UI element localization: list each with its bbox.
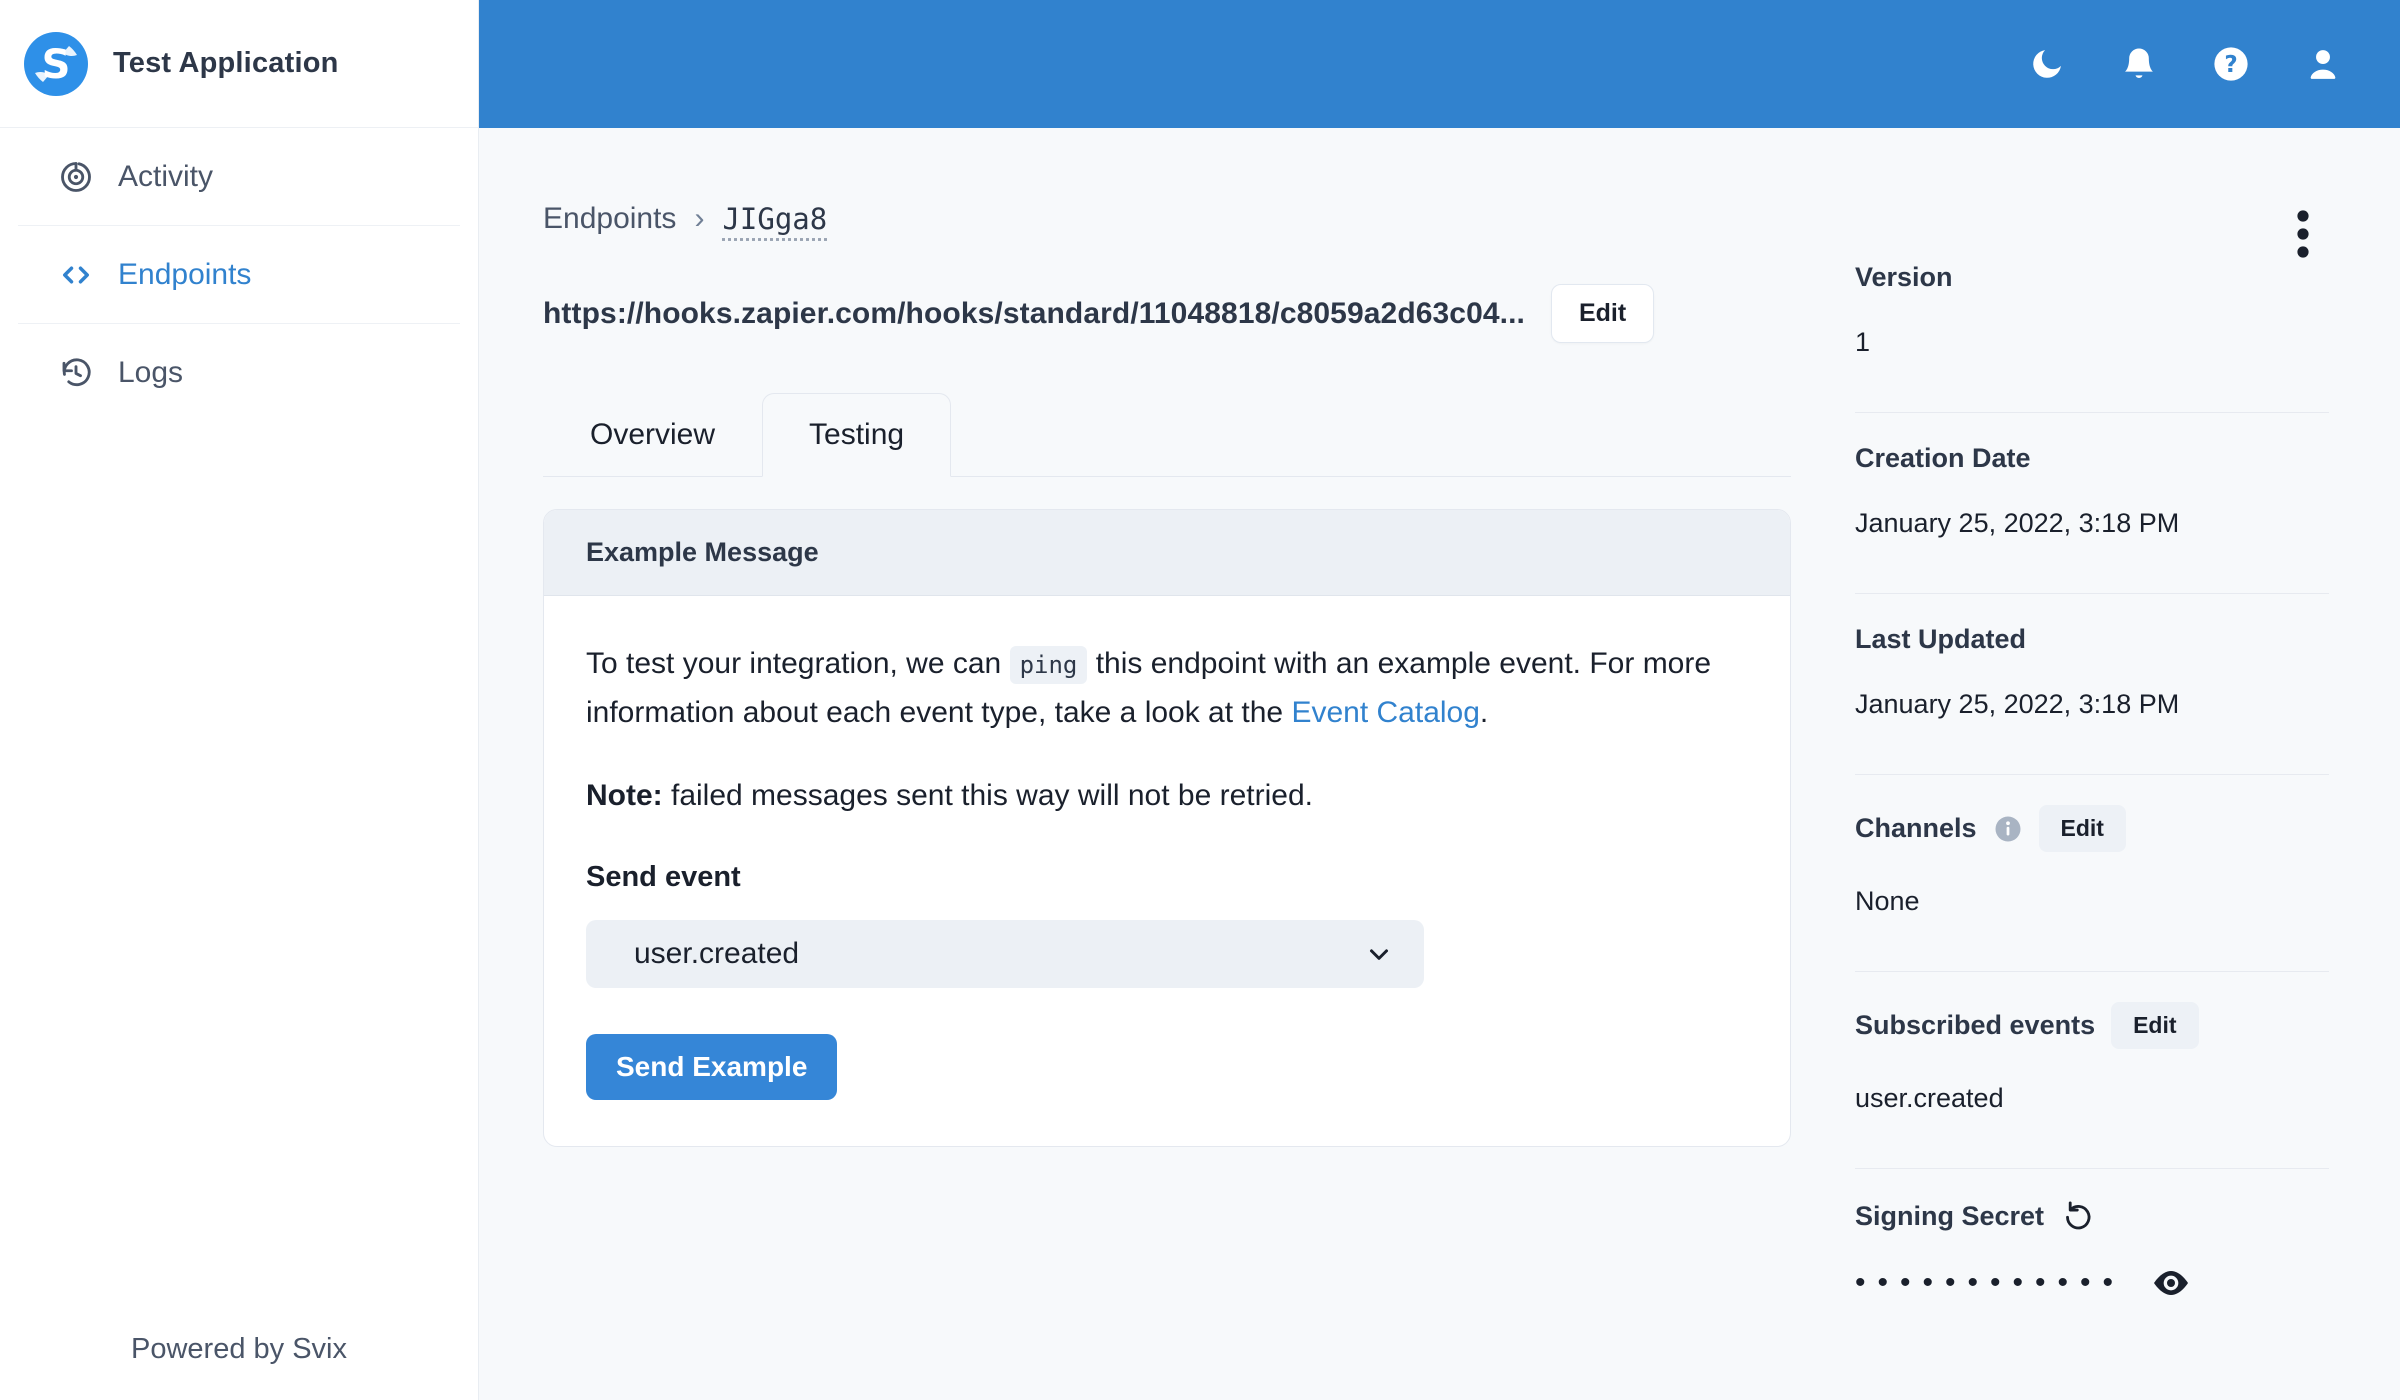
more-options-kebab-icon[interactable] xyxy=(2286,208,2320,265)
endpoint-detail-column: Endpoints › JIGga8 https://hooks.zapier.… xyxy=(543,202,1791,1357)
tab-testing[interactable]: Testing xyxy=(762,393,952,477)
creation-date-value: January 25, 2022, 3:18 PM xyxy=(1855,508,2180,538)
example-message-card: Example Message To test your integration… xyxy=(543,509,1791,1148)
help-icon[interactable]: ? xyxy=(2212,45,2250,83)
subscribed-events-section: Subscribed events Edit user.created xyxy=(1855,972,2329,1169)
note-label: Note: xyxy=(586,779,663,813)
endpoint-url: https://hooks.zapier.com/hooks/standard/… xyxy=(543,296,1525,330)
note-paragraph: Note: failed messages sent this way will… xyxy=(586,779,1748,813)
edit-subscribed-events-button[interactable]: Edit xyxy=(2111,1002,2199,1049)
channels-section: Channels Edit None xyxy=(1855,775,2329,972)
event-type-select[interactable]: user.created xyxy=(586,920,1424,989)
last-updated-value: January 25, 2022, 3:18 PM xyxy=(1855,689,2180,719)
app-title: Test Application xyxy=(113,47,339,79)
send-example-button[interactable]: Send Example xyxy=(586,1034,838,1101)
breadcrumb: Endpoints › JIGga8 xyxy=(543,202,1791,236)
signing-secret-section: Signing Secret •••••••••••• xyxy=(1855,1169,2329,1357)
svix-logo-icon[interactable]: S xyxy=(24,31,88,96)
sidebar-item-label: Endpoints xyxy=(118,257,252,291)
svg-text:S: S xyxy=(42,42,71,88)
svg-text:?: ? xyxy=(2224,52,2237,78)
intro-text: To test your integration, we can xyxy=(586,647,1002,680)
sidebar-nav: Activity Endpoints Logs xyxy=(0,128,478,421)
code-brackets-icon xyxy=(63,266,89,283)
main-content: Endpoints › JIGga8 https://hooks.zapier.… xyxy=(479,128,2400,1400)
tab-overview[interactable]: Overview xyxy=(543,393,762,477)
version-label: Version xyxy=(1855,262,1953,292)
sidebar-item-label: Activity xyxy=(118,159,214,193)
send-event-label: Send event xyxy=(586,861,741,894)
notifications-bell-icon[interactable] xyxy=(2120,45,2158,83)
intro-paragraph: To test your integration, we can ping th… xyxy=(586,640,1716,737)
last-updated-section: Last Updated January 25, 2022, 3:18 PM xyxy=(1855,594,2329,775)
subscribed-events-value: user.created xyxy=(1855,1083,2004,1113)
breadcrumb-endpoints-link[interactable]: Endpoints xyxy=(543,202,676,236)
rotate-secret-icon[interactable] xyxy=(2060,1199,2094,1233)
sidebar-item-logs[interactable]: Logs xyxy=(0,324,478,421)
card-body: To test your integration, we can ping th… xyxy=(544,596,1790,1146)
chevron-right-separator: › xyxy=(694,202,705,235)
signing-secret-label: Signing Secret xyxy=(1855,1200,2045,1231)
powered-by-label: Powered by Svix xyxy=(131,1333,347,1365)
version-value: 1 xyxy=(1855,327,1871,357)
sidebar-item-endpoints[interactable]: Endpoints xyxy=(0,226,478,323)
tab-bar: Overview Testing xyxy=(543,393,1791,477)
user-account-icon[interactable] xyxy=(2304,45,2342,83)
sidebar: S Test Application Activity Endpoints Lo… xyxy=(0,0,479,1400)
channels-label: Channels xyxy=(1855,813,1977,843)
endpoint-details-panel: Version 1 Creation Date January 25, 2022… xyxy=(1855,202,2329,1357)
event-catalog-link[interactable]: Event Catalog xyxy=(1291,696,1479,729)
sidebar-item-activity[interactable]: Activity xyxy=(0,128,478,225)
ping-code-chip: ping xyxy=(1009,646,1088,684)
edit-url-button[interactable]: Edit xyxy=(1550,284,1655,343)
subscribed-events-label: Subscribed events xyxy=(1855,1010,2096,1040)
channels-value: None xyxy=(1855,886,1920,916)
topbar: ? xyxy=(479,0,2400,128)
app-header: S Test Application xyxy=(0,0,478,128)
reveal-secret-eye-icon[interactable] xyxy=(2151,1263,2191,1303)
info-icon xyxy=(1995,816,2021,841)
card-header-title: Example Message xyxy=(544,510,1790,596)
intro-period: . xyxy=(1479,695,1489,729)
endpoint-url-row: https://hooks.zapier.com/hooks/standard/… xyxy=(543,284,1791,343)
creation-date-label: Creation Date xyxy=(1855,443,2031,473)
note-text: failed messages sent this way will not b… xyxy=(671,779,1313,813)
breadcrumb-endpoint-id[interactable]: JIGga8 xyxy=(722,202,827,236)
creation-date-section: Creation Date January 25, 2022, 3:18 PM xyxy=(1855,413,2329,594)
selected-event-value: user.created xyxy=(634,937,800,971)
chevron-down-icon xyxy=(1370,949,1388,961)
dark-mode-moon-icon[interactable] xyxy=(2028,45,2066,83)
masked-signing-secret: •••••••••••• xyxy=(1855,1266,2126,1299)
last-updated-label: Last Updated xyxy=(1855,624,2027,654)
sidebar-item-label: Logs xyxy=(118,355,184,389)
version-section: Version 1 xyxy=(1855,262,2329,413)
activity-icon xyxy=(61,161,91,192)
edit-channels-button[interactable]: Edit xyxy=(2038,805,2126,852)
history-clock-icon xyxy=(62,357,91,386)
